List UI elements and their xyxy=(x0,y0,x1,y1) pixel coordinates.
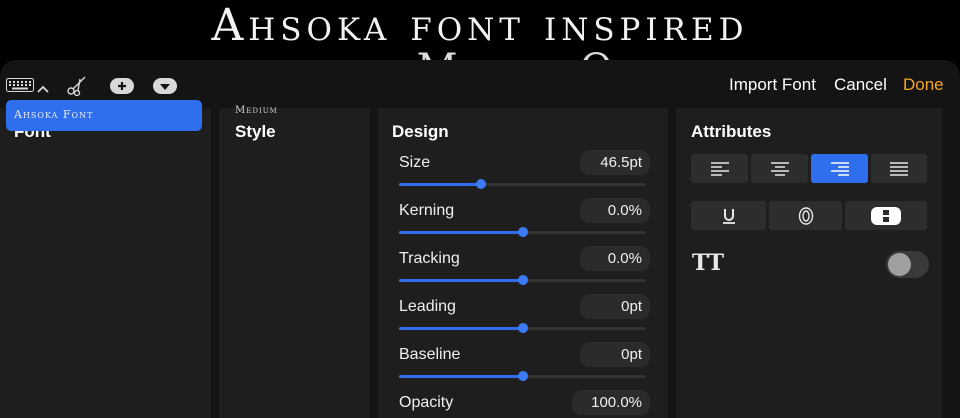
baseline-slider-knob[interactable] xyxy=(518,371,528,381)
style-panel: Style xyxy=(219,108,370,418)
font-list-item-selected[interactable]: Ahsoka Font xyxy=(6,100,202,131)
size-label: Size xyxy=(399,154,431,171)
design-panel-title: Design xyxy=(392,122,449,141)
underline-icon xyxy=(722,208,735,224)
align-center-button[interactable] xyxy=(751,154,808,183)
opacity-label: Opacity xyxy=(399,394,454,411)
leading-value-field[interactable]: 0pt xyxy=(580,294,650,319)
align-left-button[interactable] xyxy=(691,154,748,183)
attributes-panel-title: Attributes xyxy=(691,122,772,141)
kerning-label: Kerning xyxy=(399,202,455,219)
style-list-item[interactable]: Medium xyxy=(235,105,278,116)
kerning-slider-fill xyxy=(399,231,523,234)
tracking-slider-fill xyxy=(399,279,523,282)
leading-slider-fill xyxy=(399,327,523,330)
tracking-slider[interactable] xyxy=(399,275,646,285)
justify-button[interactable] xyxy=(871,154,927,183)
all-caps-toggle[interactable] xyxy=(886,251,929,278)
size-slider[interactable] xyxy=(399,179,646,189)
opacity-value-field[interactable]: 100.0% xyxy=(572,390,650,415)
all-caps-label: TT xyxy=(692,250,724,276)
leading-label: Leading xyxy=(399,298,456,315)
kerning-slider-knob[interactable] xyxy=(518,227,528,237)
tracking-label: Tracking xyxy=(399,250,460,267)
style-panel-title: Style xyxy=(235,122,276,141)
done-button[interactable]: Done xyxy=(903,75,944,95)
dropdown-icon[interactable] xyxy=(153,78,177,99)
leading-slider[interactable] xyxy=(399,323,646,333)
kerning-value-field[interactable]: 0.0% xyxy=(580,198,650,223)
baseline-slider-fill xyxy=(399,375,523,378)
baseline-slider[interactable] xyxy=(399,371,646,381)
scissors-icon[interactable] xyxy=(66,74,88,101)
align-center-icon xyxy=(770,161,789,176)
baseline-label: Baseline xyxy=(399,346,461,363)
background-icon xyxy=(871,206,901,225)
tracking-slider-knob[interactable] xyxy=(518,275,528,285)
tracking-value-field[interactable]: 0.0% xyxy=(580,246,650,271)
underline-button[interactable] xyxy=(691,201,766,230)
justify-icon xyxy=(890,161,908,176)
import-font-button[interactable]: Import Font xyxy=(729,75,816,95)
chevron-up-icon[interactable] xyxy=(37,80,49,98)
cancel-button[interactable]: Cancel xyxy=(834,75,887,95)
size-slider-knob[interactable] xyxy=(476,179,486,189)
text-background-button[interactable] xyxy=(845,201,927,230)
outline-button[interactable] xyxy=(769,201,842,230)
leading-slider-knob[interactable] xyxy=(518,323,528,333)
add-icon[interactable] xyxy=(110,78,134,99)
font-name: Ahsoka Font xyxy=(14,108,94,121)
toggle-knob xyxy=(888,253,911,276)
kerning-slider[interactable] xyxy=(399,227,646,237)
align-right-icon xyxy=(830,161,849,176)
keyboard-icon[interactable] xyxy=(6,78,34,97)
align-right-button[interactable] xyxy=(811,154,868,183)
font-panel: Font xyxy=(0,108,211,418)
canvas-line-1: Ahsoka font inspired xyxy=(211,0,749,51)
outline-icon xyxy=(798,206,813,225)
baseline-value-field[interactable]: 0pt xyxy=(580,342,650,367)
size-value-field[interactable]: 46.5pt xyxy=(580,150,650,175)
size-slider-fill xyxy=(399,183,481,186)
align-left-icon xyxy=(710,161,729,176)
